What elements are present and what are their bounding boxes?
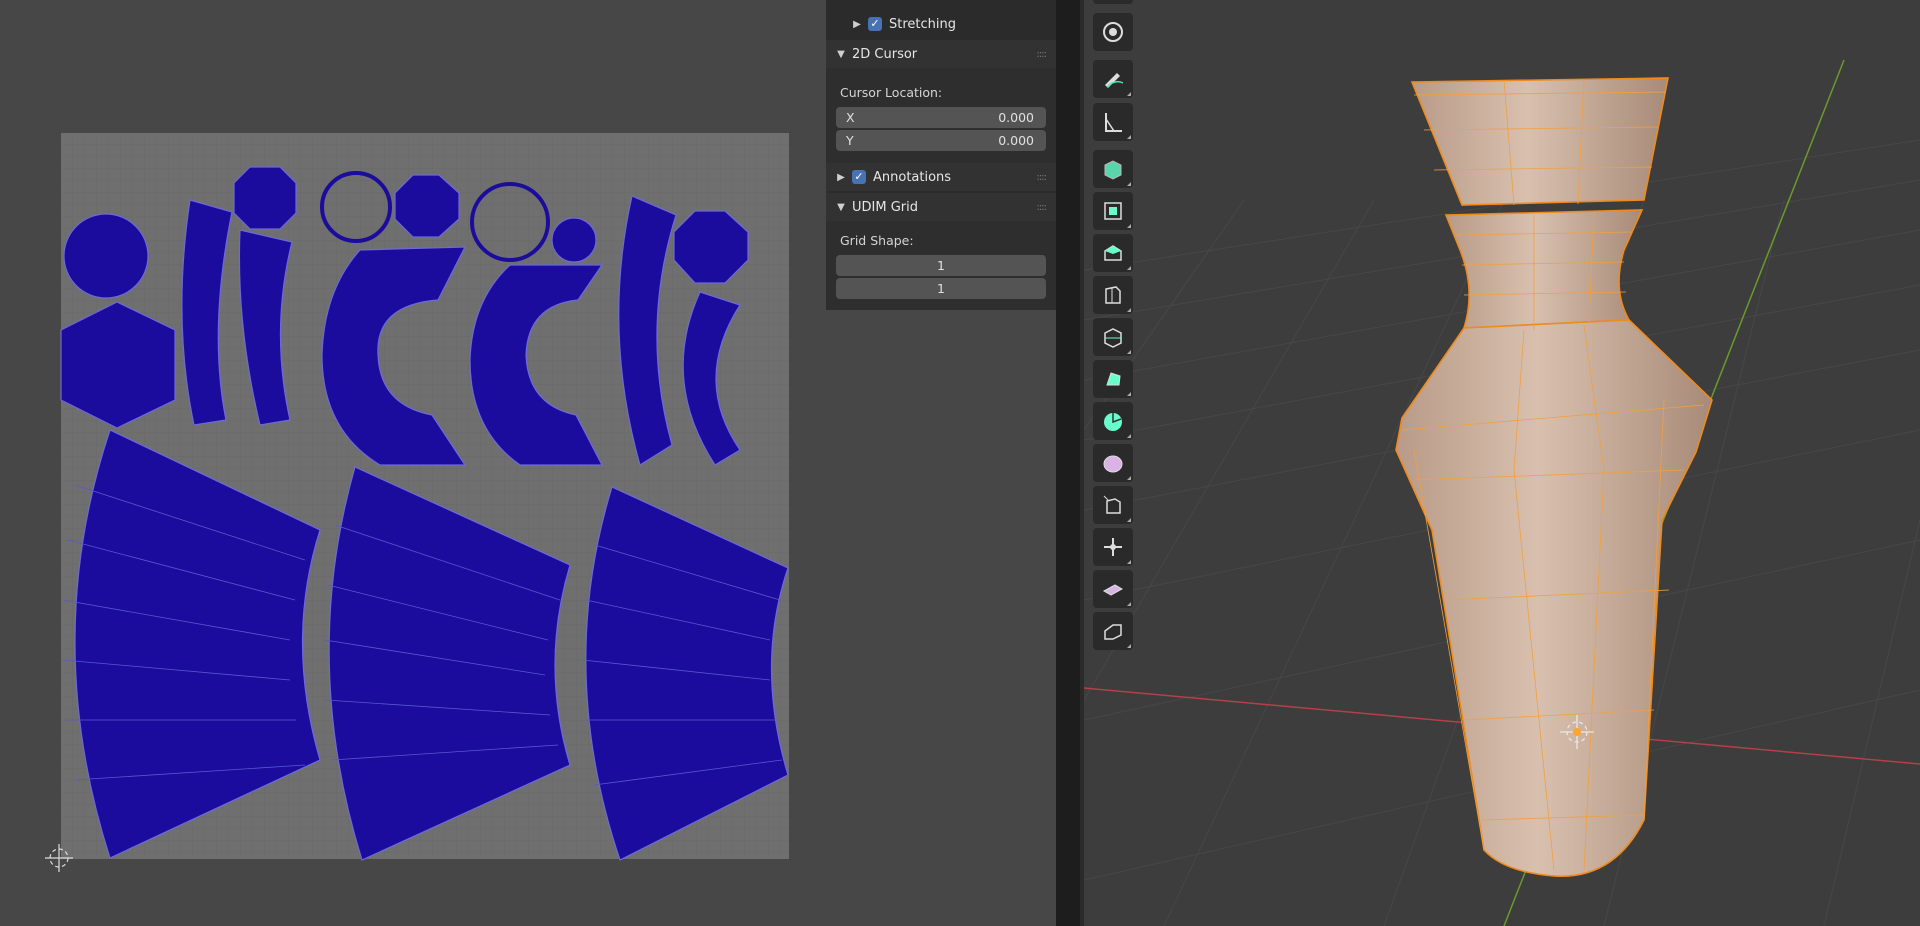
spin-icon[interactable] — [1093, 444, 1133, 482]
poly-build-icon[interactable] — [1093, 402, 1133, 440]
drag-handle-icon[interactable]: :::: — [1037, 202, 1048, 213]
editor-divider[interactable] — [1056, 0, 1084, 926]
cursor-x-value: 0.000 — [998, 110, 1034, 125]
collapse-arrow-icon[interactable]: ▼ — [836, 49, 846, 60]
knife-icon[interactable] — [1093, 360, 1133, 398]
cursor-panel-body: Cursor Location: X 0.000 Y 0.000 — [826, 68, 1056, 168]
cursor-panel-header[interactable]: ▼ 2D Cursor :::: — [826, 40, 1056, 68]
grid-shape-label: Grid Shape: — [840, 233, 914, 248]
annotations-panel-header[interactable]: ▶ ✓ Annotations :::: — [826, 163, 1056, 191]
grid-shape-x-value: 1 — [937, 258, 945, 273]
cursor-panel-title: 2D Cursor — [852, 46, 918, 62]
loop-cut-icon[interactable] — [1093, 318, 1133, 356]
cursor-x-label: X — [846, 110, 855, 125]
expand-arrow-icon[interactable]: ▶ — [852, 19, 862, 30]
smooth-icon[interactable] — [1093, 486, 1133, 524]
origin-dot — [1573, 728, 1581, 736]
annotate-icon[interactable] — [1093, 60, 1133, 98]
viewport-toolbar — [1090, 0, 1140, 650]
uv-sidebar: ▶ ✓ Stretching ▼ 2D Cursor :::: Cursor L… — [826, 0, 1056, 310]
vase-mesh — [1395, 77, 1713, 877]
collapse-arrow-icon[interactable]: ▼ — [836, 202, 846, 213]
uv-island-disc — [551, 217, 597, 263]
cursor-y-label: Y — [846, 133, 854, 148]
cursor-x-field[interactable]: X 0.000 — [836, 107, 1046, 128]
udim-panel-body: Grid Shape: 1 1 — [826, 221, 1056, 310]
cursor-location-label: Cursor Location: — [840, 85, 943, 100]
udim-panel-title: UDIM Grid — [852, 199, 918, 215]
measure-icon[interactable] — [1093, 103, 1133, 141]
extrude-region-icon[interactable] — [1093, 192, 1133, 230]
uv-editor[interactable]: ▶ ✓ Stretching ▼ 2D Cursor :::: Cursor L… — [0, 0, 1056, 926]
udim-panel-header[interactable]: ▼ UDIM Grid :::: — [826, 193, 1056, 221]
cursor-y-field[interactable]: Y 0.000 — [836, 130, 1046, 151]
drag-handle-icon[interactable]: :::: — [1037, 172, 1048, 183]
add-cube-icon[interactable] — [1093, 150, 1133, 188]
grid-shape-y-value: 1 — [937, 281, 945, 296]
uv-canvas[interactable] — [0, 0, 826, 926]
uv-island-octagon — [233, 166, 297, 230]
expand-arrow-icon[interactable]: ▶ — [836, 172, 846, 183]
grid-shape-y-field[interactable]: 1 — [836, 278, 1046, 299]
inset-faces-icon[interactable] — [1093, 234, 1133, 272]
uv-island-disc — [63, 213, 149, 299]
stretching-label: Stretching — [889, 16, 956, 32]
annotations-label: Annotations — [873, 169, 952, 185]
stretching-checkbox[interactable]: ✓ — [868, 17, 882, 31]
transform-icon[interactable] — [1093, 13, 1133, 51]
shrink-fatten-icon[interactable] — [1093, 570, 1133, 608]
stretching-row[interactable]: ▶ ✓ Stretching — [826, 10, 1056, 38]
transform-icon[interactable] — [1093, 0, 1133, 4]
annotations-checkbox[interactable]: ✓ — [852, 170, 866, 184]
edge-slide-icon[interactable] — [1093, 528, 1133, 566]
uv-island-octagon — [394, 174, 460, 238]
cursor-y-value: 0.000 — [998, 133, 1034, 148]
shear-icon[interactable] — [1093, 612, 1133, 650]
bevel-icon[interactable] — [1093, 276, 1133, 314]
grid-shape-x-field[interactable]: 1 — [836, 255, 1046, 276]
drag-handle-icon[interactable]: :::: — [1037, 49, 1048, 60]
3d-viewport[interactable] — [1084, 0, 1920, 926]
